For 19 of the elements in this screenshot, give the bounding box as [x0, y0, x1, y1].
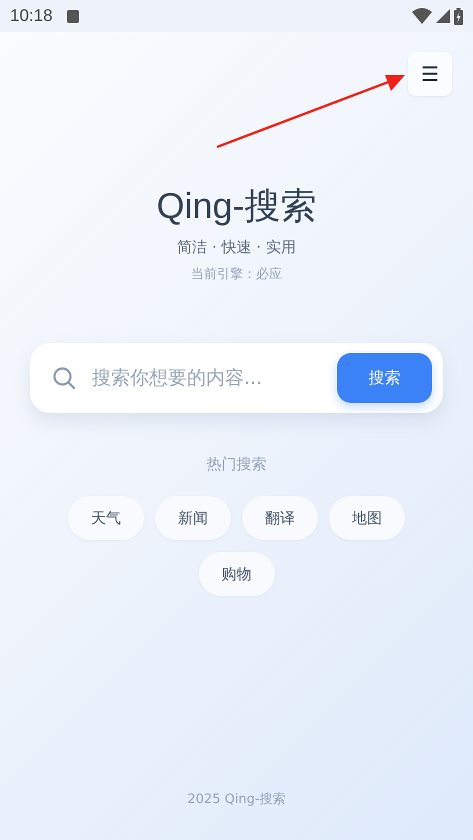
battery-icon [454, 8, 463, 24]
menu-button[interactable]: ☰ [408, 52, 452, 96]
tag-chip[interactable]: 新闻 [155, 496, 231, 540]
tag-chip[interactable]: 翻译 [242, 496, 318, 540]
tag-chip[interactable]: 天气 [68, 496, 144, 540]
search-icon [52, 366, 76, 390]
status-time: 10:18 [10, 6, 53, 26]
tag-chip[interactable]: 地图 [329, 496, 405, 540]
notification-icon [66, 10, 79, 22]
search-button[interactable]: 搜索 [337, 353, 432, 403]
footer-text: 2025 Qing-搜索 [187, 791, 286, 808]
wifi-icon [412, 8, 432, 24]
tagline: 简洁 · 快速 · 实用 [177, 238, 296, 257]
app-title: Qing-搜索 [156, 184, 317, 228]
engine-label: 当前引擎：必应 [191, 266, 282, 283]
section-label: 热门搜索 [206, 455, 266, 474]
search-bar[interactable]: 搜索你想要的内容... 搜索 [30, 343, 443, 413]
signal-icon [436, 9, 450, 23]
tag-chip[interactable]: 购物 [198, 552, 274, 596]
